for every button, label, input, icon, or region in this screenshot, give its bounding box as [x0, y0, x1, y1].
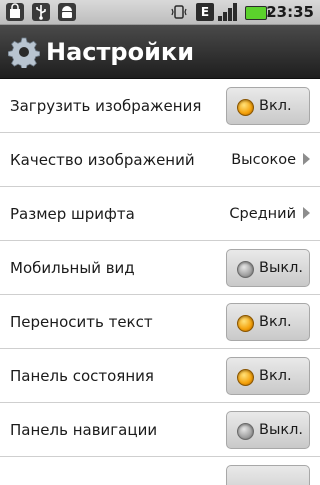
setting-label: Панель навигации [10, 421, 158, 439]
setting-value: Средний [229, 206, 296, 222]
android-icon [58, 3, 76, 21]
toggle-on-indicator-icon [237, 315, 254, 332]
signal-icon [218, 3, 240, 21]
setting-wrap-text[interactable]: Переносить текст Вкл. [0, 295, 320, 349]
toggle-off-indicator-icon [237, 261, 254, 278]
setting-label: Загрузить изображения [10, 97, 202, 115]
setting-label: Переносить текст [10, 313, 153, 331]
edge-network-icon: E [196, 3, 214, 21]
vibrate-icon [170, 3, 188, 21]
chevron-right-icon [303, 153, 310, 165]
battery-icon [245, 6, 270, 20]
page-title: Настройки [46, 38, 195, 66]
mobile-view-toggle[interactable]: Выкл. [226, 249, 310, 287]
status-time: 23:35 [266, 3, 314, 21]
setting-label: Качество изображений [10, 151, 195, 169]
setting-image-quality[interactable]: Качество изображений Высокое [0, 133, 320, 187]
setting-mobile-view[interactable]: Мобильный вид Выкл. [0, 241, 320, 295]
setting-row-partial[interactable] [0, 457, 320, 485]
wrap-text-toggle[interactable]: Вкл. [226, 303, 310, 341]
toggle-on-indicator-icon [237, 99, 254, 116]
toggle-label: Вкл. [259, 98, 292, 114]
title-bar: Настройки [0, 25, 320, 79]
chevron-right-icon [303, 207, 310, 219]
setting-value: Высокое [231, 152, 296, 168]
usb-icon [32, 3, 50, 21]
status-bar: E 23:35 [0, 0, 320, 25]
setting-status-bar[interactable]: Панель состояния Вкл. [0, 349, 320, 403]
setting-label: Панель состояния [10, 367, 154, 385]
setting-load-images[interactable]: Загрузить изображения Вкл. [0, 79, 320, 133]
toggle-label: Вкл. [259, 368, 292, 384]
shopping-bag-icon [6, 3, 24, 21]
toggle-label: Выкл. [259, 260, 304, 276]
toggle-label: Выкл. [259, 422, 304, 438]
toggle-label: Вкл. [259, 314, 292, 330]
setting-navigation-bar[interactable]: Панель навигации Выкл. [0, 403, 320, 457]
load-images-toggle[interactable]: Вкл. [226, 87, 310, 125]
settings-list: Загрузить изображения Вкл. Качество изоб… [0, 79, 320, 485]
setting-font-size[interactable]: Размер шрифта Средний [0, 187, 320, 241]
toggle-off-indicator-icon [237, 423, 254, 440]
gear-icon [7, 36, 41, 70]
toggle-on-indicator-icon [237, 369, 254, 386]
navigation-bar-toggle[interactable]: Выкл. [226, 411, 310, 449]
setting-label: Мобильный вид [10, 259, 135, 277]
status-bar-toggle[interactable]: Вкл. [226, 357, 310, 395]
partial-toggle[interactable] [226, 465, 310, 485]
setting-label: Размер шрифта [10, 205, 135, 223]
